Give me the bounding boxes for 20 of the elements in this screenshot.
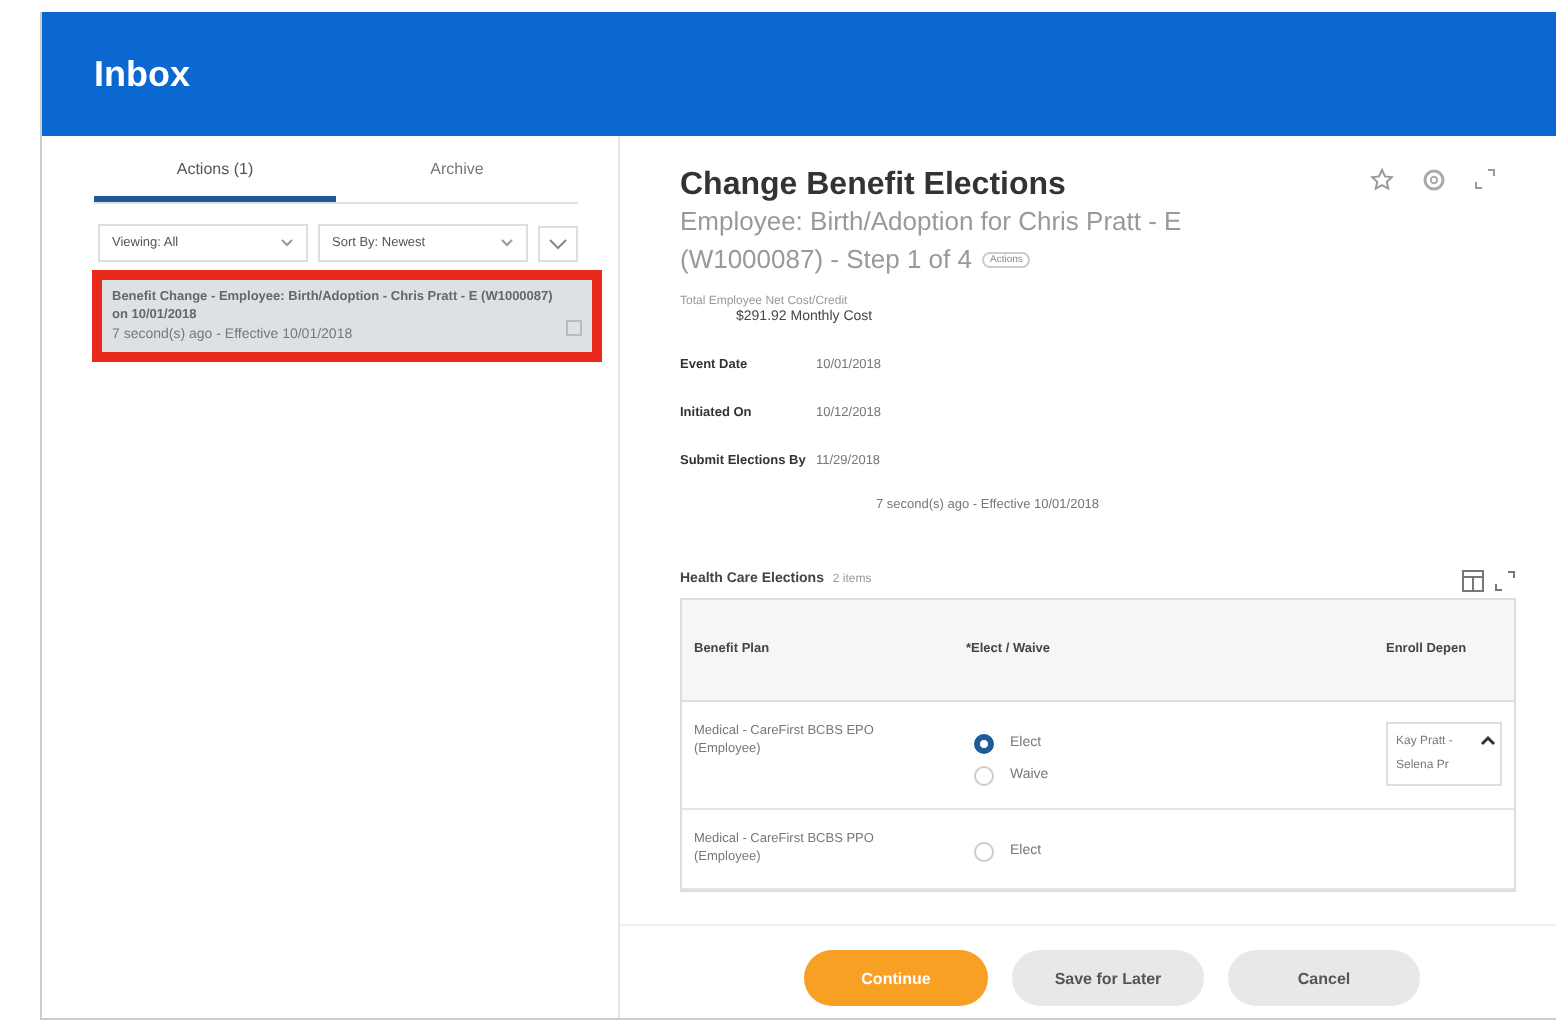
chevron-down-icon — [280, 238, 294, 248]
expand-icon[interactable] — [1474, 168, 1496, 190]
star-icon[interactable] — [1370, 168, 1394, 192]
expand-button[interactable] — [538, 225, 578, 261]
tab[interactable]: Actions (1) — [94, 136, 336, 202]
detail-subtitle: Employee: Birth/Adoption for Chris Pratt - E — [680, 204, 1182, 240]
checkbox-icon — [566, 320, 582, 336]
table-icon[interactable] — [1462, 569, 1484, 592]
radio-button[interactable] — [974, 733, 994, 754]
detail-subtitle: (W1000087) - Step 1 of 4 — [680, 241, 972, 278]
chevron-down-icon — [500, 238, 514, 248]
detail-title: Change Benefit Elections — [680, 168, 1066, 204]
tab[interactable]: Archive — [336, 136, 578, 202]
chevron-down-icon — [548, 237, 568, 249]
page-title: Inbox — [94, 53, 190, 95]
action-button[interactable]: Cancel — [1228, 950, 1420, 1006]
settings-icon[interactable] — [1422, 168, 1446, 192]
caret-up-icon — [1480, 733, 1496, 746]
action-button[interactable]: Save for Later — [1012, 950, 1204, 1006]
expand-icon[interactable] — [1494, 569, 1516, 592]
